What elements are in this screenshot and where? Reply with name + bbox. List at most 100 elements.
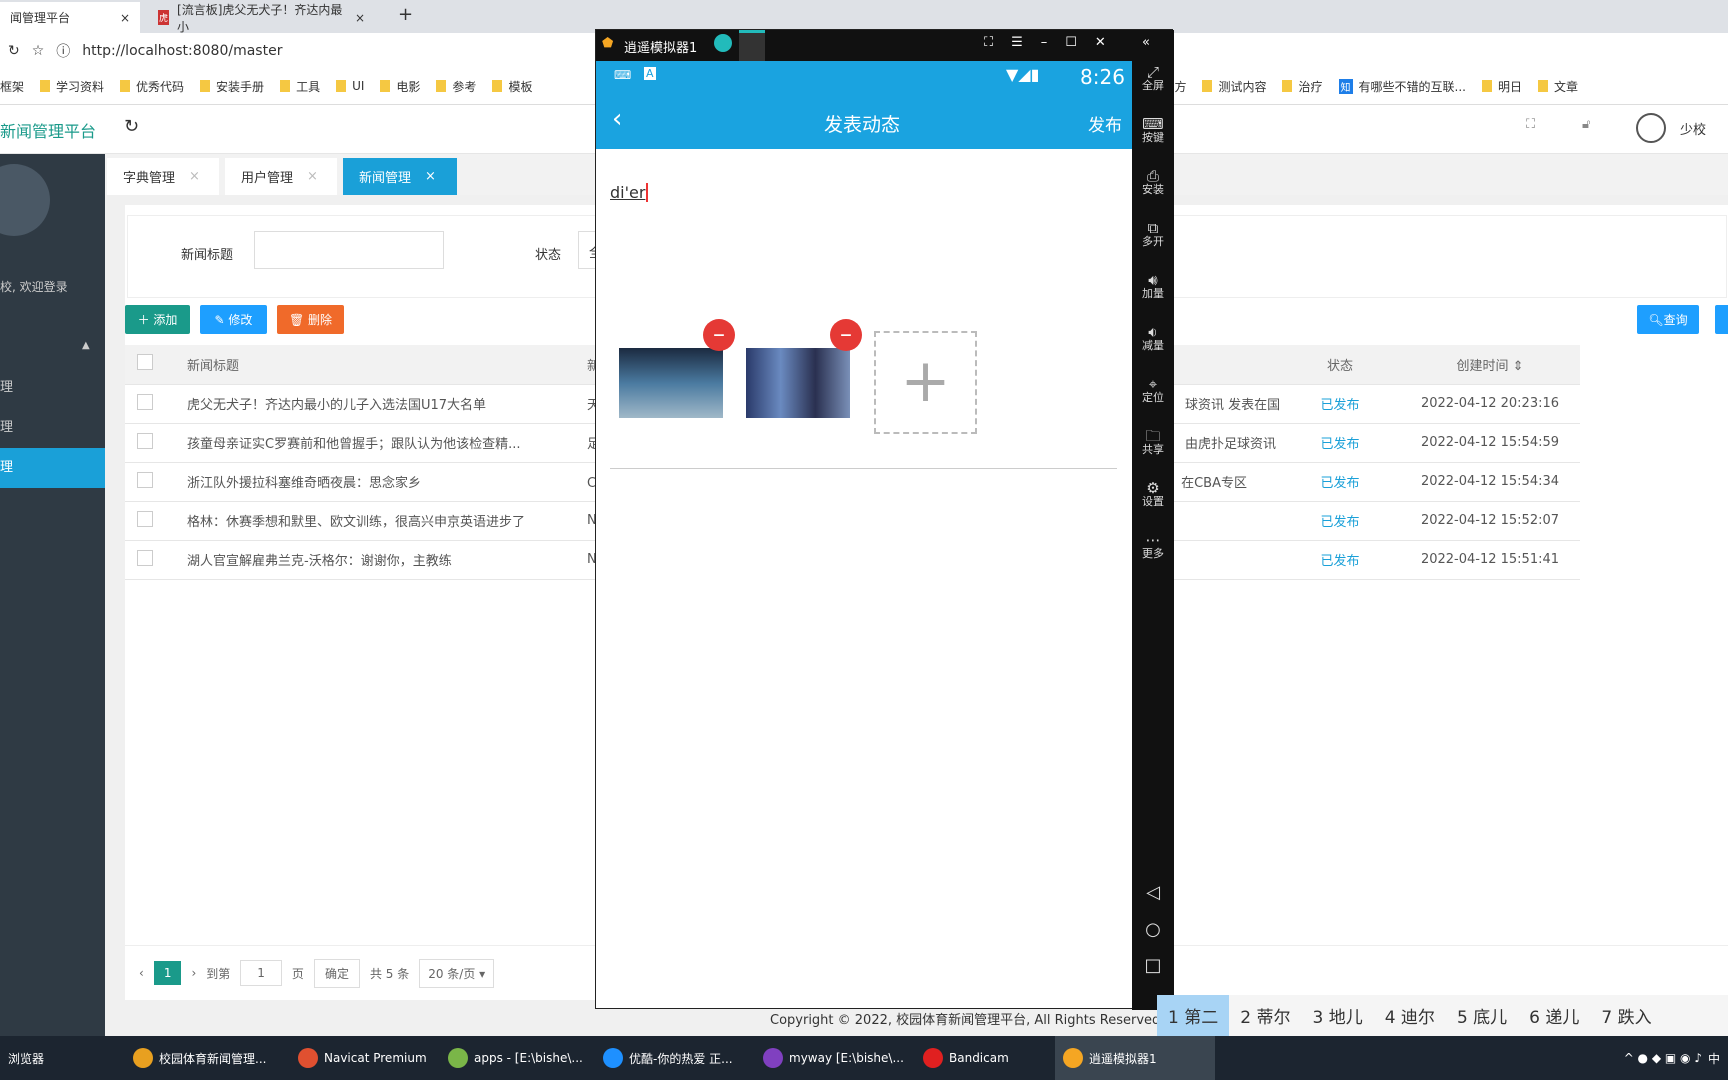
bookmark[interactable]: 参考: [436, 78, 476, 95]
tab-dict[interactable]: 字典管理 ×: [107, 158, 219, 195]
wifi-signal-battery-icons: ▼◢▮: [1006, 65, 1040, 84]
emulator-tool-6[interactable]: ⌖ 定位: [1132, 377, 1174, 405]
bookmark[interactable]: 学习资料: [40, 78, 104, 95]
close-icon[interactable]: ×: [120, 11, 130, 25]
back-icon[interactable]: ‹: [612, 104, 622, 134]
page-1[interactable]: 1: [153, 961, 182, 985]
ime-indicator[interactable]: 中: [1708, 1050, 1720, 1067]
android-home-icon[interactable]: ○: [1132, 921, 1174, 939]
refresh-icon[interactable]: ↻: [124, 116, 139, 137]
more-button[interactable]: [1715, 305, 1728, 334]
android-back-icon[interactable]: ◁: [1132, 884, 1174, 902]
emulator-tool-1[interactable]: ⌨ 按键: [1132, 117, 1174, 145]
taskbar-item[interactable]: 逍遥模拟器1: [1055, 1036, 1215, 1080]
row-checkbox[interactable]: [137, 471, 153, 488]
emulator-tool-0[interactable]: ⤢ 全屏: [1132, 65, 1174, 93]
publish-button[interactable]: 发布: [1088, 111, 1122, 136]
per-page-select[interactable]: 20 条/页 ▾: [419, 958, 495, 988]
refresh-icon[interactable]: ↻: [8, 43, 20, 59]
android-recent-icon[interactable]: □: [1132, 957, 1174, 975]
window-controls[interactable]: ⛶☰–☐✕: [984, 35, 1124, 50]
url-field[interactable]: http://localhost:8080/master: [82, 43, 282, 59]
taskbar-item[interactable]: Bandicam: [915, 1036, 1055, 1080]
emulator-tool-5[interactable]: 🔉︎ 减量: [1132, 325, 1174, 353]
page-input[interactable]: 1: [240, 960, 282, 986]
image-thumbnail[interactable]: [619, 348, 723, 418]
tray-icons[interactable]: ^ ● ◆ ▣ ◉ ♪: [1624, 1051, 1702, 1065]
bookmark[interactable]: 框架: [0, 78, 24, 95]
row-checkbox[interactable]: [137, 510, 153, 527]
browser-tab[interactable]: 闻管理平台 ×: [0, 2, 140, 33]
star-icon[interactable]: ☆: [32, 43, 45, 59]
post-text-input[interactable]: di'er: [610, 183, 649, 202]
taskbar-item[interactable]: Navicat Premium: [290, 1036, 440, 1080]
tab-users[interactable]: 用户管理 ×: [225, 158, 337, 195]
add-image-button[interactable]: +: [874, 331, 977, 434]
row-checkbox[interactable]: [137, 432, 153, 449]
close-icon[interactable]: ×: [189, 169, 200, 184]
app-tab-icon[interactable]: [714, 34, 732, 52]
bookmark[interactable]: 优秀代码: [120, 78, 184, 95]
avatar[interactable]: [1636, 113, 1666, 143]
bookmark[interactable]: UI: [336, 79, 364, 93]
taskbar-item[interactable]: 优酷-你的热爱 正...: [595, 1036, 755, 1080]
emulator-tool-7[interactable]: 🗀 共享: [1132, 429, 1174, 457]
ime-candidate[interactable]: 3 地儿: [1301, 995, 1373, 1036]
browser-tab[interactable]: 虎 [流言板]虎父无犬子！齐达内最小 ×: [148, 2, 378, 34]
system-tray[interactable]: ^ ● ◆ ▣ ◉ ♪ 中: [1616, 1036, 1728, 1080]
query-button[interactable]: 🔍︎ 查询: [1637, 305, 1699, 334]
sidebar-item[interactable]: 理: [0, 368, 105, 408]
ime-candidate[interactable]: 2 蒂尔: [1229, 995, 1301, 1036]
ime-candidate[interactable]: 4 迪尔: [1374, 995, 1446, 1036]
select-all-checkbox[interactable]: [137, 354, 153, 371]
remove-icon[interactable]: –: [703, 319, 735, 351]
close-icon[interactable]: ×: [355, 11, 365, 25]
title-input[interactable]: [254, 231, 444, 269]
close-icon[interactable]: ×: [425, 169, 436, 184]
ime-candidate[interactable]: 7 跌入: [1590, 995, 1662, 1036]
taskbar-item[interactable]: myway [E:\bishe\...: [755, 1036, 915, 1080]
new-tab-icon[interactable]: +: [398, 4, 413, 25]
image-thumbnail[interactable]: [746, 348, 850, 418]
confirm-button[interactable]: 确定: [313, 958, 360, 988]
bookmark[interactable]: 治疗: [1282, 78, 1323, 95]
bookmark[interactable]: 知有哪些不错的互联...: [1338, 78, 1466, 95]
bookmark[interactable]: 文章: [1537, 78, 1578, 95]
emulator-tool-2[interactable]: ⎙ 安装: [1132, 169, 1174, 197]
col-created[interactable]: 创建时间 ⇕: [1400, 345, 1580, 385]
user-name[interactable]: 少校: [1680, 119, 1706, 138]
emulator-tool-8[interactable]: ⚙ 设置: [1132, 481, 1174, 509]
close-icon[interactable]: ×: [307, 169, 318, 184]
sidebar-item[interactable]: 理: [0, 408, 105, 448]
next-icon[interactable]: ›: [191, 966, 196, 980]
taskbar-item[interactable]: apps - [E:\bishe\...: [440, 1036, 595, 1080]
bookmark[interactable]: 模板: [492, 78, 532, 95]
collapse-icon[interactable]: «: [1142, 35, 1150, 50]
emulator-tool-9[interactable]: ⋯ 更多: [1132, 533, 1174, 561]
row-checkbox[interactable]: [137, 393, 153, 410]
fullscreen-icon[interactable]: ⛶: [1526, 117, 1535, 132]
ime-candidate[interactable]: 6 递儿: [1518, 995, 1590, 1036]
bookmark[interactable]: 电影: [380, 78, 420, 95]
taskbar-item[interactable]: 浏览器: [0, 1036, 125, 1080]
emulator-tool-4[interactable]: 🔊︎ 加量: [1132, 273, 1174, 301]
bookmark[interactable]: 明日: [1481, 78, 1522, 95]
android-tab-icon[interactable]: [739, 30, 765, 61]
add-button[interactable]: ＋ 添加: [125, 305, 190, 334]
row-checkbox[interactable]: [137, 549, 153, 566]
bookmark[interactable]: 工具: [280, 78, 320, 95]
ime-candidate[interactable]: 5 底儿: [1446, 995, 1518, 1036]
emulator-tool-3[interactable]: ⧉ 多开: [1132, 221, 1174, 249]
chevron-up-icon[interactable]: ▲: [82, 340, 90, 351]
remove-icon[interactable]: –: [830, 319, 862, 351]
delete-button[interactable]: 🗑︎ 删除: [277, 305, 344, 334]
edit-button[interactable]: ✎ 修改: [200, 305, 267, 334]
bookmark[interactable]: 测试内容: [1202, 78, 1266, 95]
taskbar-item[interactable]: 校园体育新闻管理...: [125, 1036, 290, 1080]
sidebar-item-active[interactable]: 理: [0, 448, 105, 488]
tab-news[interactable]: 新闻管理 ×: [343, 158, 457, 195]
bookmark[interactable]: 安装手册: [200, 78, 264, 95]
prev-icon[interactable]: ‹: [139, 966, 144, 980]
ime-candidate[interactable]: 1 第二: [1157, 995, 1230, 1036]
lock-icon[interactable]: 🔓︎: [1582, 117, 1590, 132]
